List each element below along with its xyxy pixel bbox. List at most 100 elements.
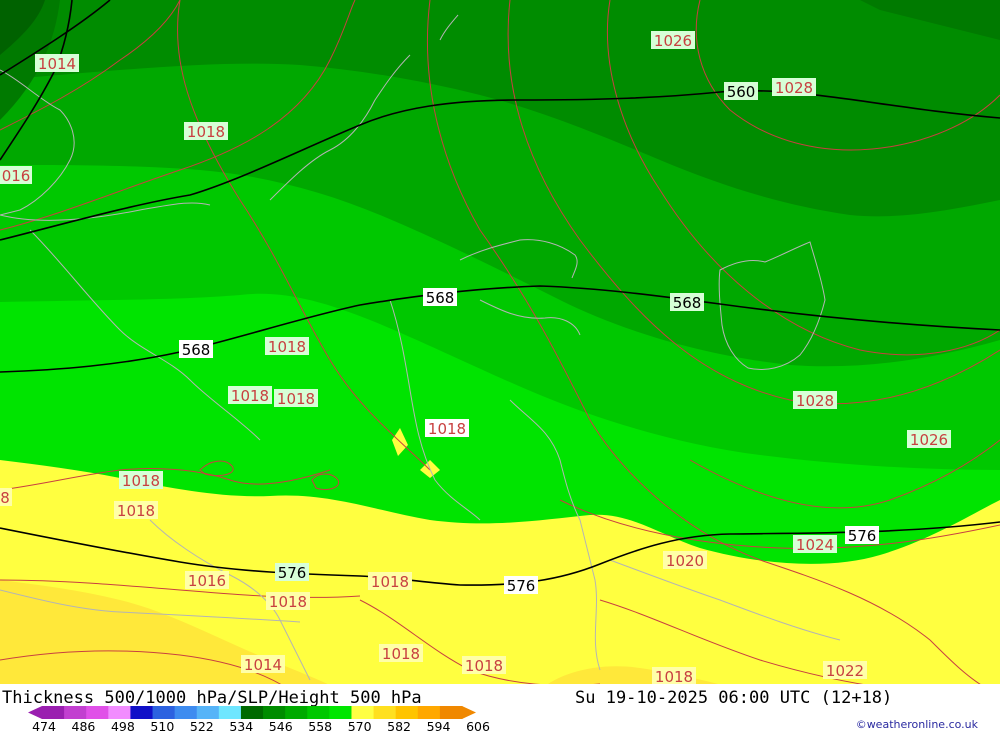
pressure-label: 1014 bbox=[241, 655, 285, 674]
pressure-label: 016 bbox=[0, 166, 32, 185]
pressure-label-text: 1018 bbox=[371, 573, 409, 591]
product-title: Thickness 500/1000 hPa/SLP/Height 500 hP… bbox=[2, 688, 422, 708]
legend-swatch bbox=[196, 706, 220, 719]
weather-map: 560 568 568 568 576 576 576 1014 1026 10… bbox=[0, 0, 1000, 733]
legend-swatch bbox=[42, 706, 65, 719]
legend-tick-label: 486 bbox=[72, 719, 96, 733]
pressure-label: 1018 bbox=[184, 122, 228, 141]
height-label-text: 560 bbox=[727, 83, 756, 101]
height-label: 576 bbox=[275, 563, 309, 582]
pressure-label: 1016 bbox=[185, 571, 229, 590]
legend-tick-label: 522 bbox=[190, 719, 214, 733]
legend-tick-label: 510 bbox=[150, 719, 174, 733]
pressure-label-text: 1018 bbox=[268, 338, 306, 356]
legend-swatch bbox=[174, 706, 198, 719]
pressure-label: 1018 bbox=[228, 386, 272, 405]
legend-tick-label: 570 bbox=[348, 719, 372, 733]
legend-tick-label: 498 bbox=[111, 719, 135, 733]
pressure-label: 1014 bbox=[35, 54, 79, 73]
pressure-label: 1024 bbox=[793, 535, 837, 554]
pressure-label: 1018 bbox=[114, 501, 158, 520]
legend-swatch bbox=[285, 706, 308, 719]
valid-time: Su 19-10-2025 06:00 UTC (12+18) bbox=[575, 688, 892, 708]
height-label: 568 bbox=[670, 293, 704, 312]
pressure-label-text: 1018 bbox=[117, 502, 155, 520]
pressure-label-text: 1014 bbox=[244, 656, 282, 674]
pressure-label-text: 1018 bbox=[382, 645, 420, 663]
legend-tick-label: 534 bbox=[229, 719, 253, 733]
height-label: 568 bbox=[179, 340, 213, 359]
legend-swatch bbox=[307, 706, 330, 719]
height-label: 560 bbox=[724, 82, 758, 101]
pressure-label-text: 8 bbox=[0, 489, 10, 507]
pressure-label: 1018 bbox=[274, 389, 318, 408]
legend-swatch bbox=[240, 706, 264, 719]
legend-swatch bbox=[329, 706, 352, 719]
pressure-label-text: 1024 bbox=[796, 536, 834, 554]
height-label: 568 bbox=[423, 288, 457, 307]
pressure-label-text: 1028 bbox=[775, 79, 813, 97]
pressure-label-text: 1026 bbox=[910, 431, 948, 449]
legend-tick-label: 546 bbox=[269, 719, 293, 733]
pressure-label: 1018 bbox=[368, 572, 412, 591]
pressure-label: 1028 bbox=[772, 78, 816, 97]
legend-swatch bbox=[152, 706, 176, 719]
legend-swatch bbox=[86, 706, 109, 719]
pressure-label-text: 1020 bbox=[666, 552, 704, 570]
height-label-text: 576 bbox=[848, 527, 877, 545]
pressure-label-text: 1018 bbox=[277, 390, 315, 408]
legend-tick-label: 606 bbox=[466, 719, 490, 733]
pressure-label-text: 1018 bbox=[465, 657, 503, 675]
legend-tick-label: 474 bbox=[32, 719, 56, 733]
height-label-text: 576 bbox=[507, 577, 536, 595]
pressure-label-text: 1018 bbox=[122, 472, 160, 490]
pressure-label-text: 1018 bbox=[269, 593, 307, 611]
height-label: 576 bbox=[845, 526, 879, 545]
pressure-label-text: 1018 bbox=[231, 387, 269, 405]
height-label-text: 568 bbox=[182, 341, 211, 359]
pressure-label: 1018 bbox=[379, 644, 423, 663]
pressure-label-text: 1018 bbox=[655, 668, 693, 686]
legend-swatch bbox=[64, 706, 87, 719]
legend-tick-label: 582 bbox=[387, 719, 411, 733]
pressure-label: 1022 bbox=[823, 661, 867, 680]
legend-swatch bbox=[395, 706, 419, 719]
legend-swatch bbox=[130, 706, 154, 719]
pressure-label: 1018 bbox=[425, 419, 469, 438]
pressure-label-text: 1026 bbox=[654, 32, 692, 50]
pressure-label: 1026 bbox=[907, 430, 951, 449]
pressure-label-text: 1022 bbox=[826, 662, 864, 680]
pressure-label: 1028 bbox=[793, 391, 837, 410]
pressure-label-text: 016 bbox=[2, 167, 31, 185]
height-label: 576 bbox=[504, 576, 538, 595]
legend-swatch bbox=[263, 706, 286, 719]
legend-swatch bbox=[439, 706, 463, 719]
pressure-label: 1018 bbox=[652, 667, 696, 686]
height-label-text: 568 bbox=[426, 289, 455, 307]
footer: Thickness 500/1000 hPa/SLP/Height 500 hP… bbox=[0, 684, 1000, 733]
legend-swatch bbox=[351, 706, 375, 719]
credit: ©weatheronline.co.uk bbox=[856, 718, 979, 731]
pressure-label: 1026 bbox=[651, 31, 695, 50]
height-label-text: 576 bbox=[278, 564, 307, 582]
legend-tick-label: 594 bbox=[427, 719, 451, 733]
pressure-label: 1018 bbox=[265, 337, 309, 356]
legend-swatch bbox=[108, 706, 131, 719]
legend-swatch bbox=[218, 706, 242, 719]
pressure-label: 1020 bbox=[663, 551, 707, 570]
thickness-fill bbox=[0, 0, 1000, 690]
pressure-label-text: 1018 bbox=[428, 420, 466, 438]
legend-swatch bbox=[417, 706, 441, 719]
pressure-label: 1018 bbox=[266, 592, 310, 611]
pressure-label-text: 1028 bbox=[796, 392, 834, 410]
height-label-text: 568 bbox=[673, 294, 702, 312]
pressure-label-text: 1018 bbox=[187, 123, 225, 141]
pressure-label: 1018 bbox=[119, 471, 163, 490]
pressure-label: 1018 bbox=[462, 656, 506, 675]
pressure-label: 8 bbox=[0, 488, 12, 507]
pressure-label-text: 1016 bbox=[188, 572, 226, 590]
legend-tick-label: 558 bbox=[308, 719, 332, 733]
legend-swatch bbox=[373, 706, 397, 719]
color-legend bbox=[28, 706, 476, 719]
pressure-label-text: 1014 bbox=[38, 55, 76, 73]
